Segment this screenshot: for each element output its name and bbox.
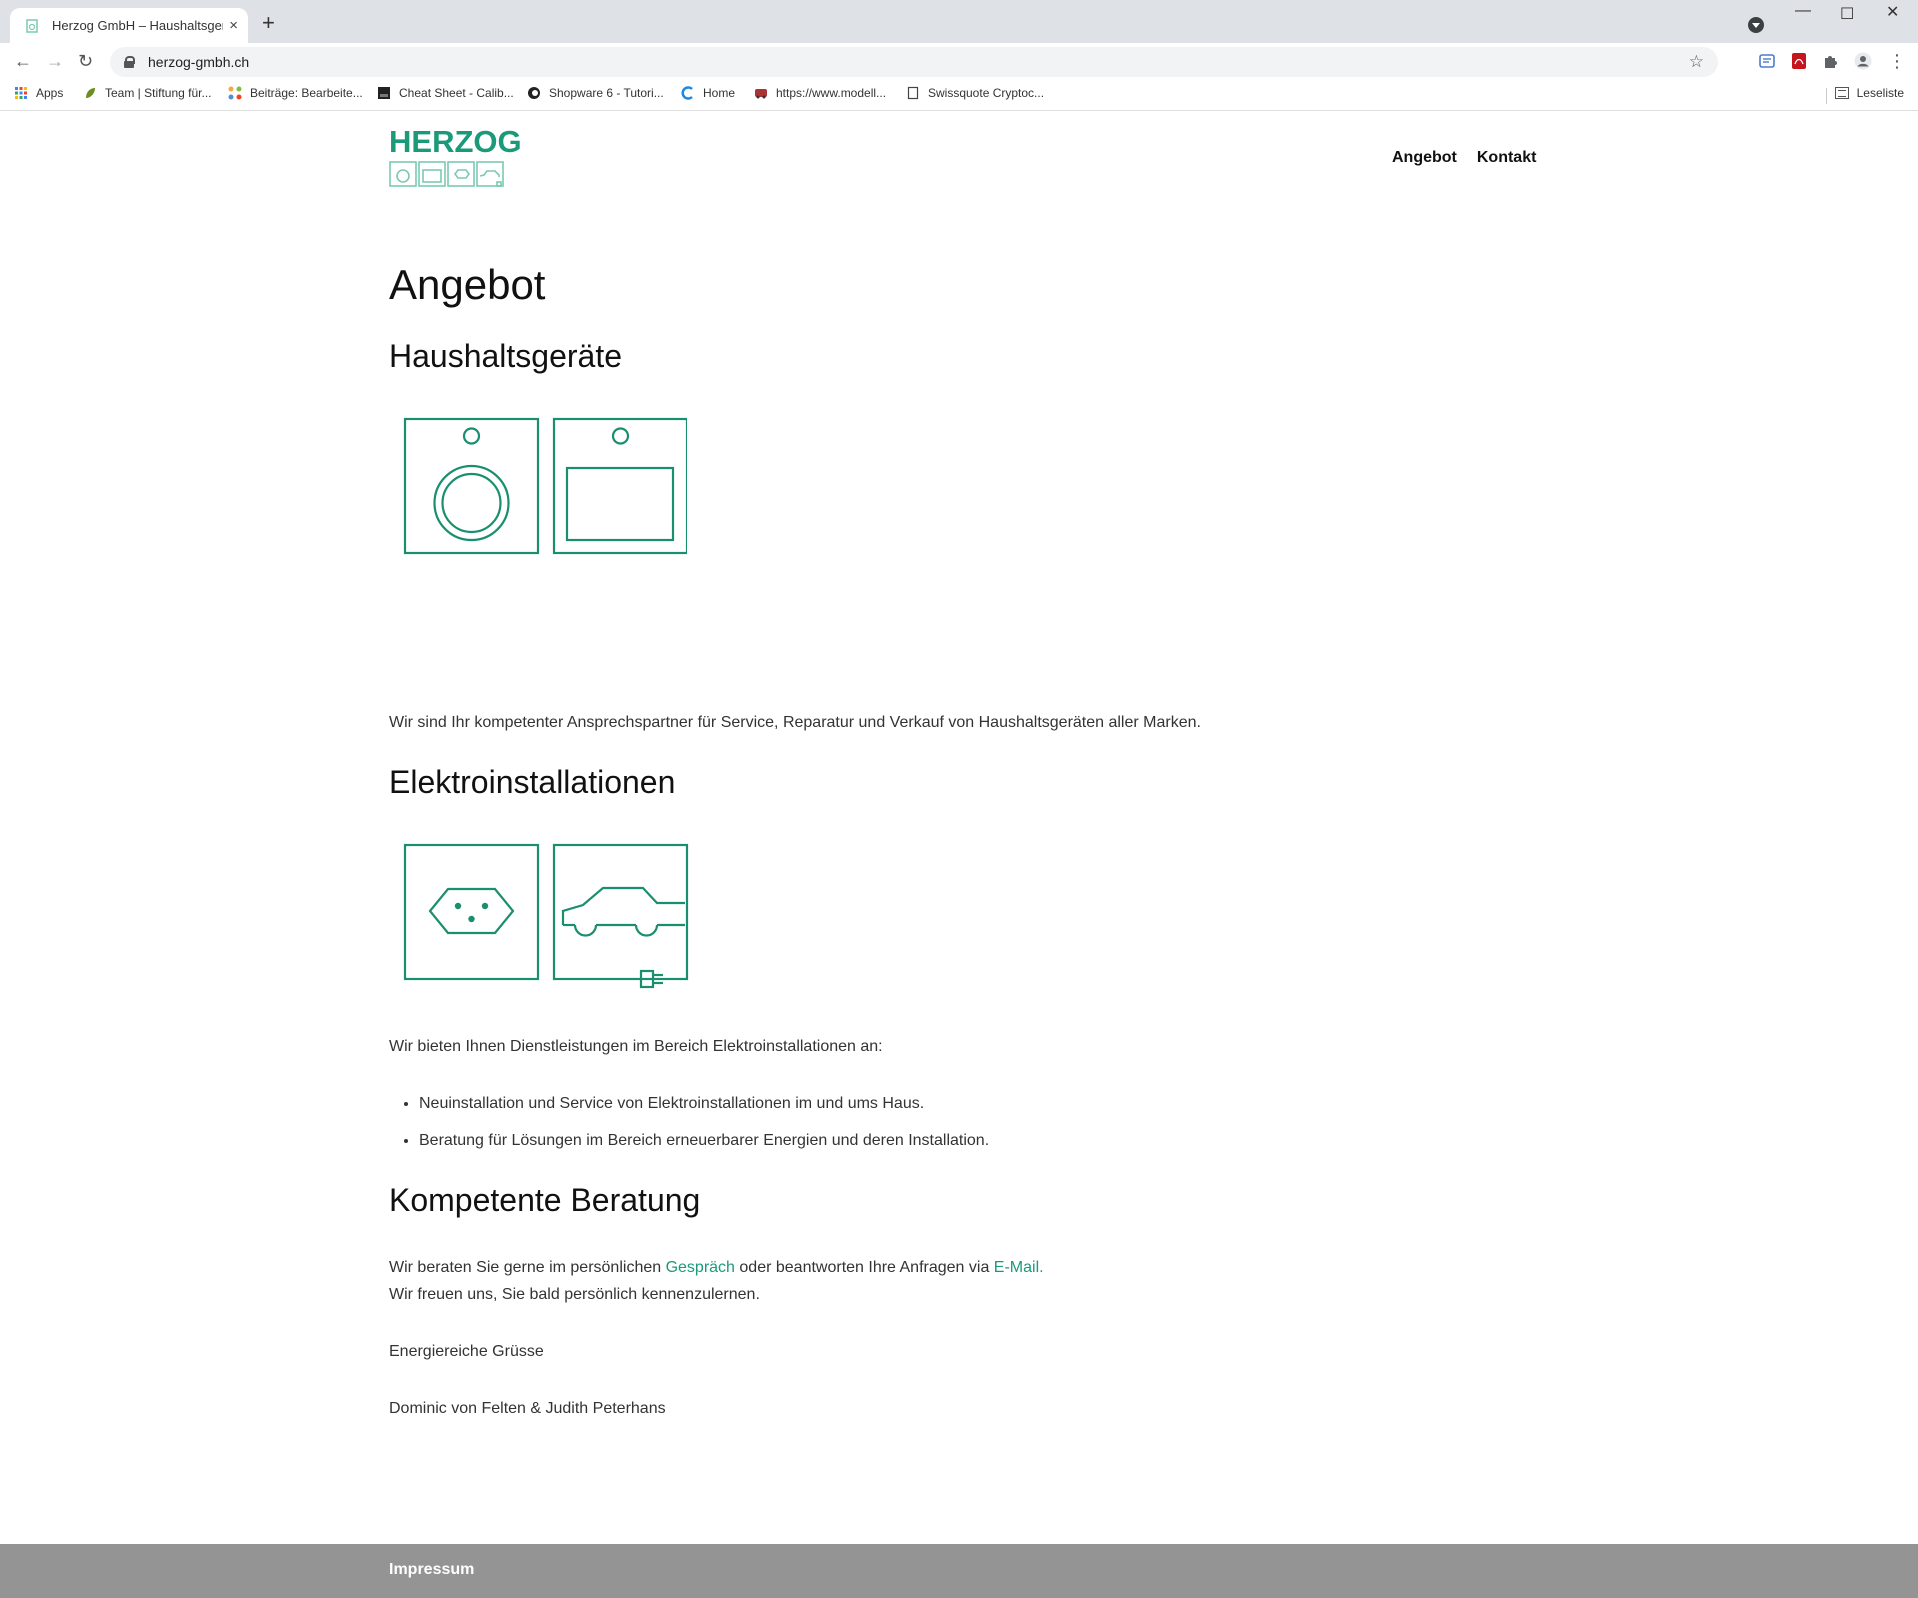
bookmark-beitraege[interactable]: Beiträge: Bearbeite... xyxy=(228,86,363,100)
extension-pdf-icon[interactable] xyxy=(1790,52,1808,70)
joomla-icon xyxy=(228,86,242,100)
haushaltsgeraete-text: Wir sind Ihr kompetenter Ansprechspartne… xyxy=(389,714,1201,731)
bookmark-apps[interactable]: Apps xyxy=(14,86,63,100)
new-tab-button[interactable]: + xyxy=(262,12,275,34)
web-page: HERZOG Angebot Kontakt Angebot Haushalts… xyxy=(0,111,1918,1598)
reading-list-label: Leseliste xyxy=(1856,86,1904,100)
bookmark-shopware[interactable]: Shopware 6 - Tutori... xyxy=(527,86,664,100)
heading-elektroinstallationen: Elektroinstallationen xyxy=(389,764,676,800)
minimize-icon[interactable]: — xyxy=(1795,2,1811,20)
impressum-link[interactable]: Impressum xyxy=(389,1561,474,1579)
text-segment: . xyxy=(1039,1259,1044,1276)
bookmark-home[interactable]: Home xyxy=(681,86,735,100)
site-favicon-icon xyxy=(26,18,38,33)
bookmark-label: Beiträge: Bearbeite... xyxy=(250,86,363,100)
tab-close-icon[interactable]: × xyxy=(229,17,238,34)
appliances-illustration-icon xyxy=(403,417,687,555)
close-window-icon[interactable]: ✕ xyxy=(1886,2,1899,22)
url-text: herzog-gmbh.ch xyxy=(148,54,250,70)
apps-grid-icon xyxy=(15,87,27,99)
site-header: HERZOG Angebot Kontakt xyxy=(0,111,1918,206)
forward-icon[interactable]: → xyxy=(46,51,64,71)
beratung-text-line2: Wir freuen uns, Sie bald persönlich kenn… xyxy=(389,1286,760,1303)
bookmark-modell[interactable]: https://www.modell... xyxy=(754,86,886,100)
bookmark-label: Cheat Sheet - Calib... xyxy=(399,86,514,100)
bookmark-label: Shopware 6 - Tutori... xyxy=(549,86,664,100)
leaf-icon xyxy=(86,88,95,98)
nav-kontakt[interactable]: Kontakt xyxy=(1477,149,1537,167)
main-nav: Angebot Kontakt xyxy=(1392,149,1536,167)
nav-angebot[interactable]: Angebot xyxy=(1392,149,1457,167)
electrical-illustration-icon xyxy=(403,843,689,989)
list-item: Beratung für Lösungen im Bereich erneuer… xyxy=(419,1130,1519,1152)
elektro-services-list: Neuinstallation und Service von Elektroi… xyxy=(389,1093,1519,1167)
bookmark-label: Swissquote Cryptoc... xyxy=(928,86,1045,100)
reading-list-button[interactable]: Leseliste xyxy=(1834,86,1904,100)
signature: Dominic von Felten & Judith Peterhans xyxy=(389,1400,666,1417)
bookmark-team-stiftung[interactable]: Team | Stiftung für... xyxy=(83,86,212,100)
text-segment: oder beantworten Ihre Anfragen via xyxy=(734,1259,994,1276)
reading-list-icon xyxy=(1834,87,1849,99)
bookmark-label: Apps xyxy=(36,86,64,100)
maximize-icon[interactable]: ☐ xyxy=(1840,4,1854,24)
extensions-puzzle-icon[interactable] xyxy=(1822,52,1840,70)
bookmarks-bar: Apps Team | Stiftung für... Beiträge: Be… xyxy=(0,80,1918,111)
tab-title: Herzog GmbH – Haushaltsgeräte xyxy=(52,18,223,33)
email-link[interactable]: E-Mail xyxy=(994,1259,1039,1276)
back-icon[interactable]: ← xyxy=(14,51,32,71)
profile-avatar-icon[interactable] xyxy=(1854,52,1872,70)
bookmark-swissquote[interactable]: Swissquote Cryptoc... xyxy=(906,86,1044,100)
bookmark-label: Home xyxy=(703,86,736,100)
text-segment: Wir beraten Sie gerne im persönlichen xyxy=(389,1259,666,1276)
bookmark-label: Team | Stiftung für... xyxy=(105,86,212,100)
document-dark-icon xyxy=(378,87,390,99)
model-train-icon xyxy=(755,89,767,99)
extension-reader-icon[interactable] xyxy=(1758,52,1776,70)
reload-icon[interactable]: ↻ xyxy=(78,51,93,71)
gespraech-link[interactable]: Gespräch xyxy=(666,1259,735,1276)
greeting: Energiereiche Grüsse xyxy=(389,1343,544,1360)
site-footer: Impressum xyxy=(0,1544,1918,1598)
browser-tab-bar: Herzog GmbH – Haushaltsgeräte × + — ☐ ✕ xyxy=(0,0,1918,43)
browser-tab[interactable]: Herzog GmbH – Haushaltsgeräte × xyxy=(10,8,248,43)
tab-search-icon[interactable] xyxy=(1748,17,1764,33)
menu-kebab-icon[interactable]: ⋮ xyxy=(1888,51,1906,71)
beratung-text-line1: Wir beraten Sie gerne im persönlichen Ge… xyxy=(389,1257,1489,1279)
site-logo[interactable]: HERZOG xyxy=(389,124,522,188)
shopware-icon xyxy=(528,87,540,99)
page-icon xyxy=(907,86,919,100)
address-bar[interactable]: herzog-gmbh.ch ☆ xyxy=(110,47,1718,77)
list-item: Neuinstallation und Service von Elektroi… xyxy=(419,1093,1519,1115)
elektro-intro: Wir bieten Ihnen Dienstleistungen im Ber… xyxy=(389,1038,883,1055)
lock-icon xyxy=(124,56,135,68)
bookmark-cheat-sheet[interactable]: Cheat Sheet - Calib... xyxy=(377,86,514,100)
page-title: Angebot xyxy=(389,261,546,308)
home-c-icon xyxy=(681,86,693,100)
logo-wordmark: HERZOG xyxy=(389,124,522,159)
heading-kompetente-beratung: Kompetente Beratung xyxy=(389,1182,701,1218)
bookmark-star-icon[interactable]: ☆ xyxy=(1689,52,1704,72)
bookmarks-separator xyxy=(1826,88,1827,104)
heading-haushaltsgeraete: Haushaltsgeräte xyxy=(389,338,623,374)
bookmark-label: https://www.modell... xyxy=(776,86,887,100)
browser-toolbar: ← → ↻ herzog-gmbh.ch ☆ ⋮ xyxy=(0,43,1918,80)
logo-appliances-icon xyxy=(389,161,504,187)
